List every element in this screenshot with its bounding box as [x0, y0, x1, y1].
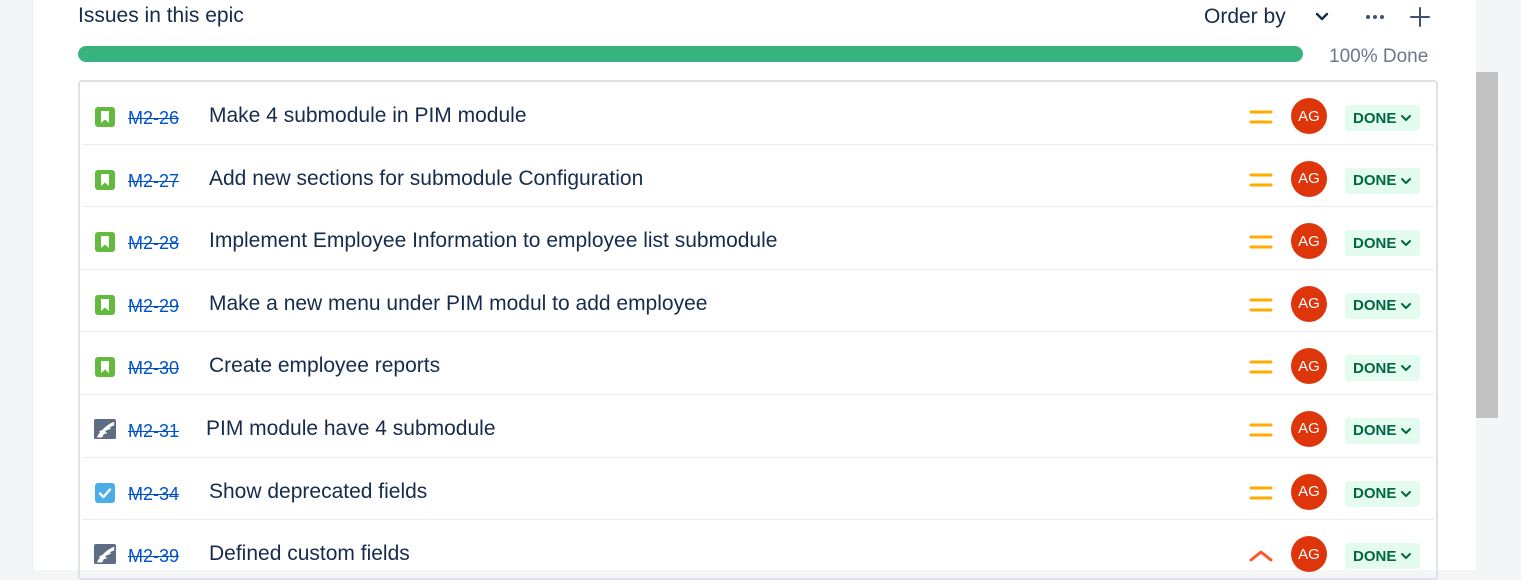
- chevron-down-icon[interactable]: [1311, 6, 1333, 28]
- order-by-button[interactable]: Order by: [1204, 5, 1286, 29]
- more-icon[interactable]: [1362, 6, 1388, 28]
- issue-row[interactable]: M2-30 Create employee reports AG DONE: [82, 332, 1434, 395]
- issue-key-link[interactable]: M2-28: [128, 233, 179, 254]
- issue-summary[interactable]: PIM module have 4 submodule: [206, 417, 496, 441]
- status-dropdown[interactable]: DONE: [1345, 543, 1421, 570]
- status-label: DONE: [1353, 234, 1397, 252]
- issue-key-link[interactable]: M2-31: [128, 421, 179, 442]
- feature-icon: [94, 418, 116, 441]
- issue-key-link[interactable]: M2-29: [128, 296, 179, 317]
- status-dropdown[interactable]: DONE: [1345, 292, 1421, 319]
- status-dropdown[interactable]: DONE: [1345, 105, 1421, 131]
- priority-medium-icon: [1248, 106, 1274, 128]
- issue-row[interactable]: M2-26 Make 4 submodule in PIM module AG DON…: [82, 82, 1434, 145]
- issue-row[interactable]: M2-34 Show deprecated fields AG DONE: [82, 458, 1434, 521]
- status-dropdown[interactable]: DONE: [1345, 167, 1421, 194]
- priority-high-icon: [1248, 544, 1274, 566]
- assignee-avatar[interactable]: AG: [1291, 223, 1327, 260]
- assignee-avatar[interactable]: AG: [1291, 98, 1327, 134]
- issue-list: M2-26 Make 4 submodule in PIM module AG DON…: [78, 80, 1438, 580]
- chevron-down-icon: [1401, 553, 1412, 560]
- assignee-avatar[interactable]: AG: [1291, 285, 1327, 322]
- epic-issues-panel: Issues in this epic Order by 100% Done M…: [32, 0, 1498, 580]
- priority-medium-icon: [1248, 482, 1274, 504]
- issue-row[interactable]: M2-29 Make a new menu under PIM modul to …: [82, 270, 1434, 333]
- issue-summary[interactable]: Defined custom fields: [209, 542, 410, 566]
- issue-summary[interactable]: Show deprecated fields: [209, 480, 427, 504]
- status-label: DONE: [1353, 422, 1397, 440]
- issue-summary[interactable]: Create employee reports: [209, 354, 440, 378]
- status-dropdown[interactable]: DONE: [1345, 417, 1421, 444]
- story-icon: [94, 106, 116, 128]
- section-title: Issues in this epic: [78, 4, 244, 27]
- scrollbar-thumb[interactable]: [1476, 72, 1498, 418]
- issue-row[interactable]: M2-28 Implement Employee Information to e…: [82, 207, 1434, 270]
- chevron-down-icon: [1401, 240, 1412, 247]
- progress-label: 100% Done: [1329, 46, 1429, 67]
- assignee-avatar[interactable]: AG: [1291, 410, 1327, 447]
- assignee-avatar[interactable]: AG: [1291, 536, 1327, 573]
- epic-issues-header: Issues in this epic Order by: [78, 0, 1438, 40]
- chevron-down-icon: [1401, 177, 1412, 184]
- issue-key-link[interactable]: M2-30: [128, 358, 179, 379]
- chevron-down-icon: [1401, 490, 1412, 497]
- progress-fill: [78, 46, 1303, 62]
- status-label: DONE: [1353, 485, 1397, 503]
- issue-summary[interactable]: Make 4 submodule in PIM module: [209, 104, 527, 128]
- status-label: DONE: [1353, 359, 1397, 377]
- task-icon: [94, 482, 116, 504]
- feature-icon: [94, 544, 116, 566]
- status-dropdown[interactable]: DONE: [1345, 480, 1421, 507]
- issue-summary[interactable]: Add new sections for submodule Configura…: [209, 167, 643, 191]
- issue-key-link[interactable]: M2-34: [128, 484, 179, 505]
- chevron-down-icon: [1401, 365, 1412, 372]
- status-label: DONE: [1353, 297, 1397, 315]
- status-dropdown[interactable]: DONE: [1345, 230, 1421, 257]
- issue-row[interactable]: M2-27 Add new sections for submodule Conf…: [82, 145, 1434, 208]
- story-icon: [94, 169, 116, 191]
- issue-row[interactable]: M2-31 PIM module have 4 submodule AG DONE: [82, 395, 1434, 458]
- chevron-down-icon: [1401, 427, 1412, 434]
- status-label: DONE: [1353, 547, 1397, 565]
- priority-medium-icon: [1248, 231, 1274, 253]
- progress-bar: [78, 46, 1303, 62]
- plus-icon[interactable]: [1407, 4, 1433, 30]
- assignee-avatar[interactable]: AG: [1291, 473, 1327, 510]
- issue-summary[interactable]: Make a new menu under PIM modul to add e…: [209, 292, 707, 316]
- issue-row[interactable]: M2-39 Defined custom fields AG DONE: [82, 520, 1434, 578]
- story-icon: [94, 356, 116, 378]
- priority-medium-icon: [1248, 169, 1274, 191]
- chevron-down-icon: [1401, 302, 1412, 309]
- issue-key-link[interactable]: M2-26: [128, 108, 179, 129]
- priority-medium-icon: [1248, 356, 1274, 378]
- issue-summary[interactable]: Implement Employee Information to employ…: [209, 229, 777, 253]
- chevron-down-icon: [1401, 115, 1412, 121]
- assignee-avatar[interactable]: AG: [1291, 348, 1327, 385]
- issue-key-link[interactable]: M2-39: [128, 546, 179, 567]
- status-dropdown[interactable]: DONE: [1345, 355, 1421, 382]
- priority-medium-icon: [1248, 294, 1274, 316]
- issue-key-link[interactable]: M2-27: [128, 171, 179, 192]
- status-label: DONE: [1353, 109, 1397, 127]
- status-label: DONE: [1353, 172, 1397, 190]
- assignee-avatar[interactable]: AG: [1291, 160, 1327, 197]
- story-icon: [94, 231, 116, 253]
- story-icon: [94, 294, 116, 316]
- priority-medium-icon: [1248, 419, 1274, 441]
